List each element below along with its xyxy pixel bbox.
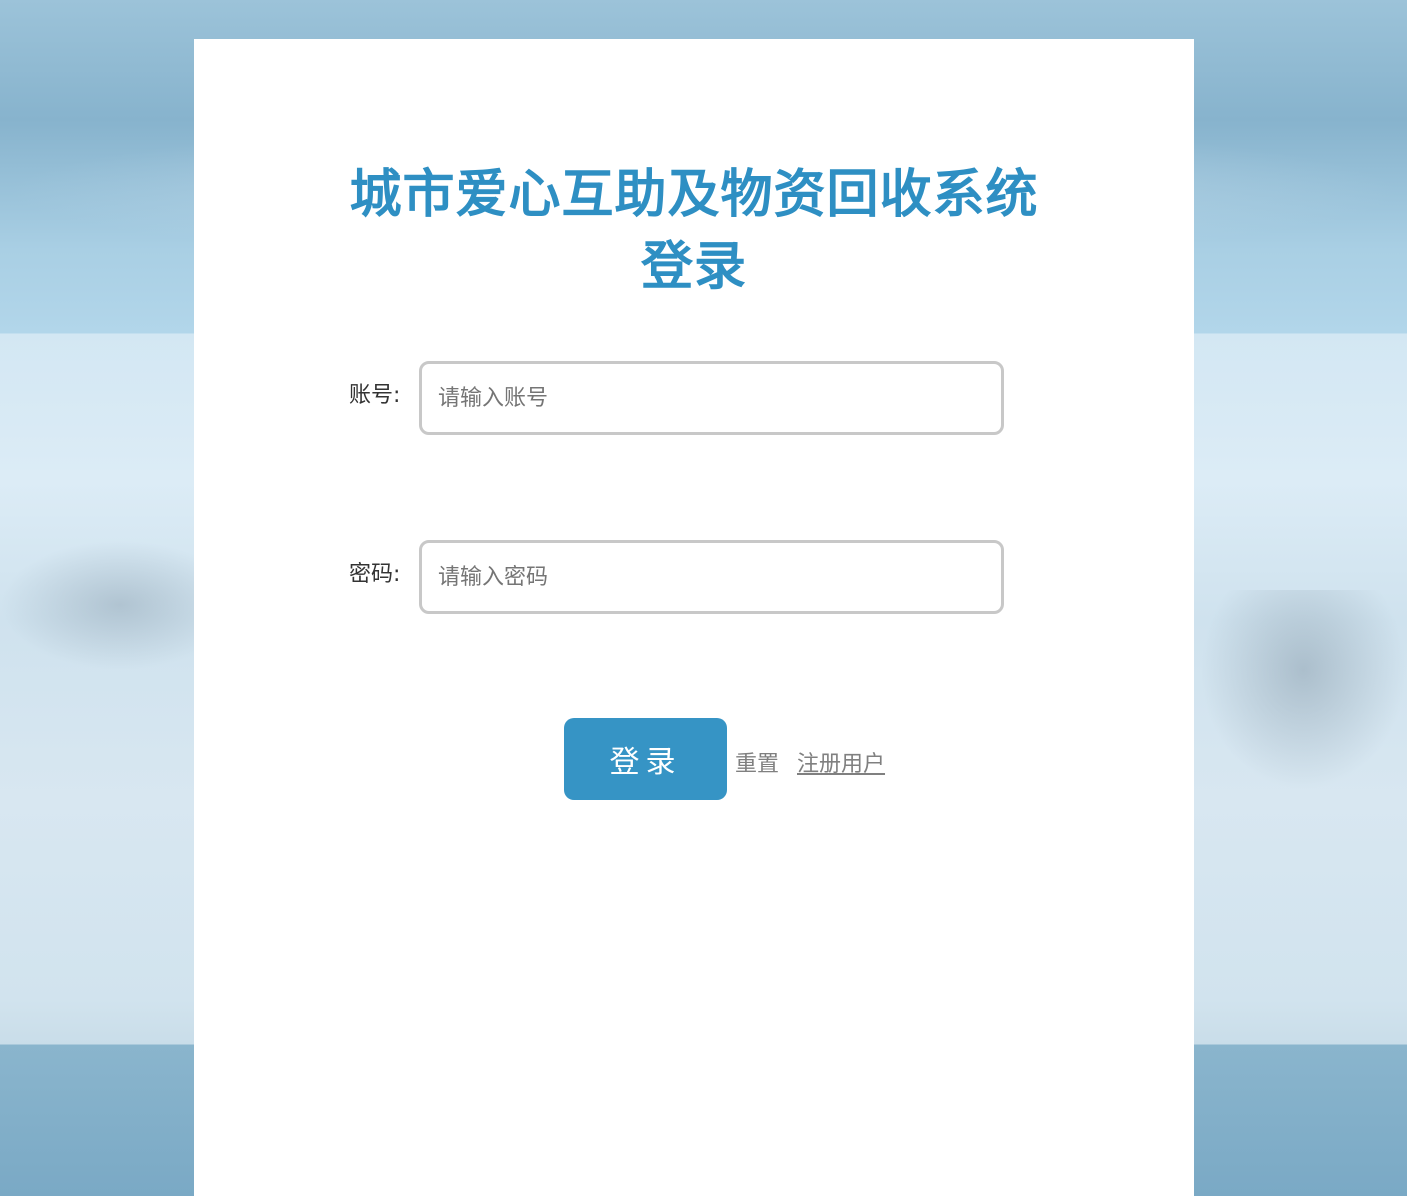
password-input[interactable] [419,540,1004,614]
password-row: 密码: [344,540,1044,620]
login-button[interactable]: 登录 [564,718,727,800]
login-card: 城市爱心互助及物资回收系统 登录 账号: 密码: 登录 重置 注册用户 [194,39,1194,1196]
register-link[interactable]: 注册用户 [797,746,885,778]
account-input[interactable] [419,361,1004,435]
account-label: 账号: [349,383,401,408]
background-island-left [0,540,200,670]
account-row: 账号: [344,361,1044,441]
reset-link[interactable]: 重置 [735,746,779,778]
password-label: 密码: [349,562,401,587]
background-island-right [1200,590,1407,790]
title-line-1: 城市爱心互助及物资回收系统 [349,165,1039,225]
page-title: 城市爱心互助及物资回收系统 登录 [194,159,1194,303]
title-line-2: 登录 [640,237,747,297]
